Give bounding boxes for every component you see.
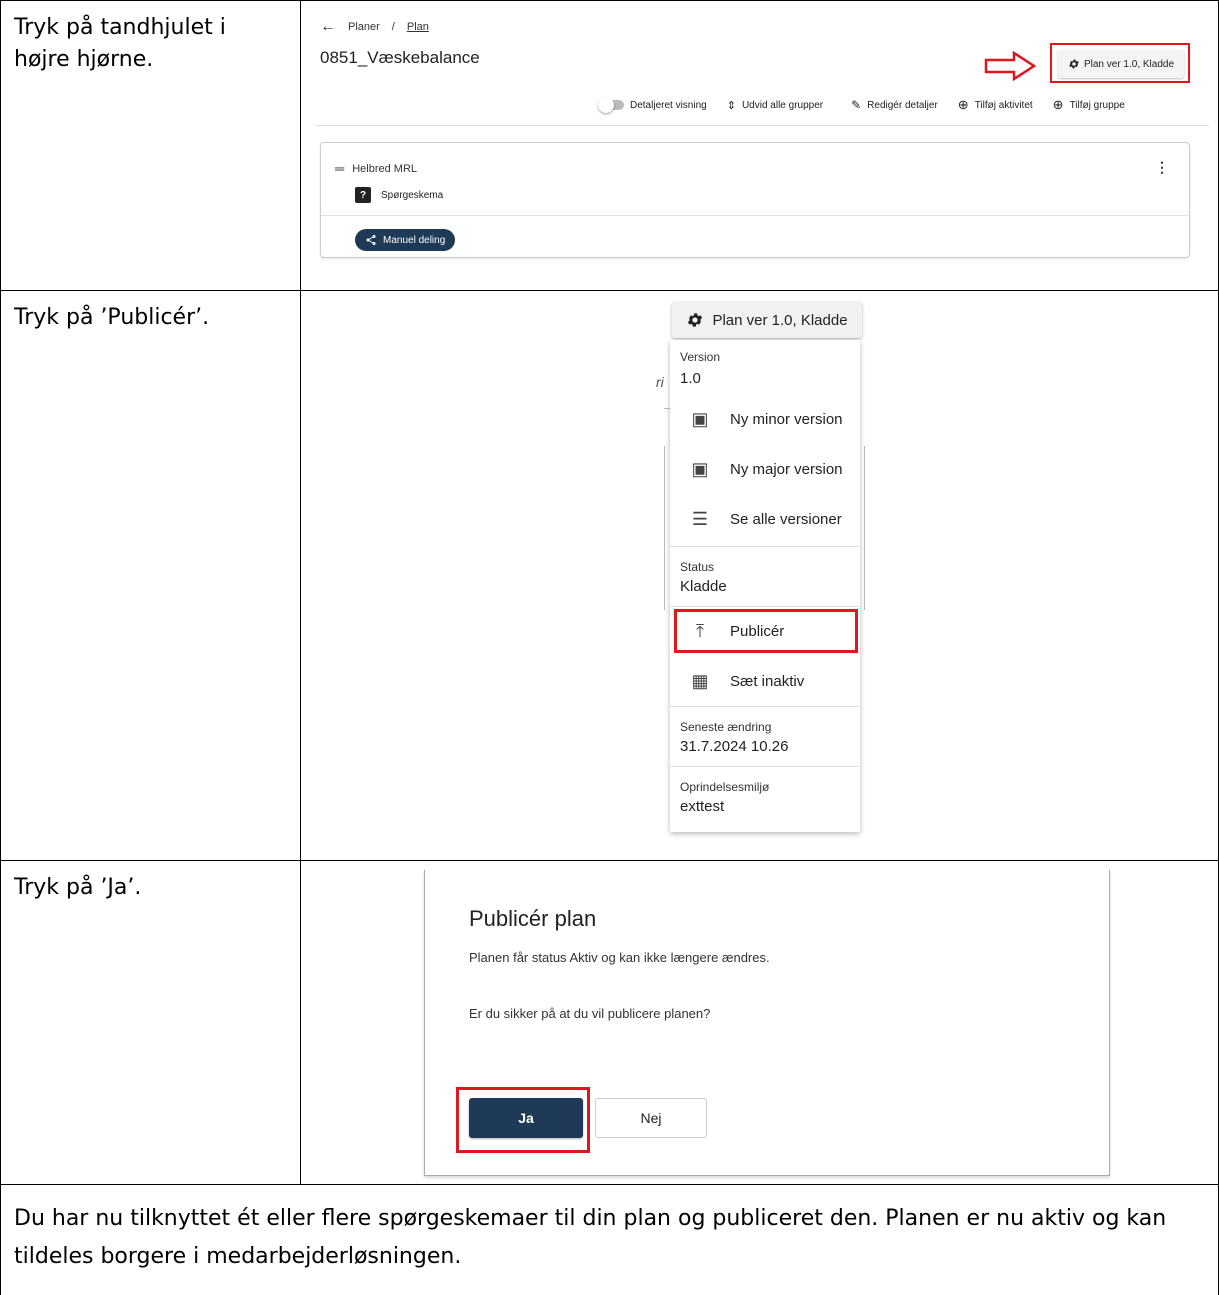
detail-view-toggle[interactable]: Detaljeret visning	[598, 97, 707, 113]
table-border-left	[0, 0, 1, 1295]
library-add-icon: ▣	[691, 458, 709, 479]
manual-share-label: Manuel deling	[383, 234, 446, 246]
plan-settings-button[interactable]: Plan ver 1.0, Kladde	[672, 302, 862, 338]
footer-summary: Du har nu tilknyttet ét eller flere spør…	[14, 1206, 1167, 1269]
edit-details-button[interactable]: ✎ Redigér detaljer	[851, 98, 938, 112]
add-group-button[interactable]: ⊕ Tilføj gruppe	[1053, 97, 1125, 113]
plan-settings-button[interactable]: Plan ver 1.0, Kladde	[1058, 50, 1184, 78]
drag-handle-icon[interactable]: ═	[335, 161, 344, 176]
add-group-label: Tilføj gruppe	[1069, 99, 1125, 111]
plan-menu: Version 1.0 ▣ Ny minor version ▣ Ny majo…	[670, 340, 860, 832]
share-icon	[366, 235, 376, 245]
expand-groups-label: Udvid alle grupper	[741, 99, 824, 111]
manual-share-button[interactable]: Manuel deling	[355, 229, 456, 251]
page-title: 0851_Væskebalance	[320, 48, 480, 67]
group-header[interactable]: ═ Helbred MRL	[335, 161, 417, 176]
archive-icon: ▦	[691, 670, 709, 691]
last-change-label: Seneste ændring	[680, 720, 772, 734]
header-divider	[316, 125, 1209, 126]
highlight-box	[674, 609, 858, 653]
status-value: Kladde	[680, 578, 727, 595]
group-title: Helbred MRL	[352, 162, 418, 175]
menu-item-label: Ny minor version	[730, 410, 843, 428]
menu-divider	[670, 766, 860, 767]
status-label: Status	[680, 560, 715, 574]
table-row-divider	[0, 1184, 1219, 1185]
card-divider	[321, 215, 1189, 216]
last-change-value: 31.7.2024 10.26	[680, 738, 789, 755]
gear-icon	[688, 313, 703, 327]
menu-item-set-inactive[interactable]: ▦ Sæt inaktiv	[670, 658, 860, 704]
dialog-question: Er du sikker på at du vil publicere plan…	[469, 1006, 711, 1021]
activity-label: Spørgeskema	[381, 189, 444, 201]
table-border-top	[0, 0, 1219, 1]
toggle-switch-icon	[598, 97, 624, 113]
menu-item-label: Se alle versioner	[730, 510, 842, 528]
dialog-message: Planen får status Aktiv og kan ikke læng…	[469, 950, 770, 965]
breadcrumb-planer[interactable]: Planer	[348, 21, 380, 33]
add-activity-button[interactable]: ⊕ Tilføj aktivitet	[958, 97, 1033, 113]
table-row-divider	[0, 290, 1219, 291]
screenshot-plan-page: ← Planer / Plan 0851_Væskebalance Plan v…	[304, 8, 1209, 266]
breadcrumb: ← Planer / Plan	[320, 18, 429, 36]
unfold-icon: ⇕	[726, 99, 736, 112]
highlight-box	[456, 1087, 590, 1153]
plan-button-label: Plan ver 1.0, Kladde	[712, 311, 848, 329]
menu-item-label: Ny major version	[730, 460, 843, 478]
expand-groups-button[interactable]: ⇕ Udvid alle grupper	[727, 99, 823, 112]
menu-divider	[670, 706, 860, 707]
origin-label: Oprindelsesmiljø	[680, 780, 770, 794]
version-label: Version	[680, 350, 721, 364]
more-vertical-icon[interactable]: ⋮	[1155, 159, 1169, 176]
toolbar: Detaljeret visning ⇕ Udvid alle grupper …	[598, 97, 1125, 113]
library-add-icon: ▣	[691, 408, 709, 429]
gear-icon	[1069, 59, 1079, 69]
menu-item-new-minor[interactable]: ▣ Ny minor version	[670, 396, 860, 442]
list-icon: ☰	[691, 508, 709, 529]
arrow-left-icon[interactable]: ←	[320, 18, 336, 36]
activity-item[interactable]: ? Spørgeskema	[355, 187, 443, 203]
version-value: 1.0	[680, 370, 701, 387]
step-2-instruction: Tryk på ’Publicér’.	[14, 305, 210, 330]
detail-view-label: Detaljeret visning	[630, 99, 707, 111]
menu-item-label: Sæt inaktiv	[730, 672, 805, 690]
plus-circle-icon: ⊕	[957, 97, 969, 112]
group-card: ═ Helbred MRL ⋮ ? Spørgeskema Manuel del…	[320, 142, 1190, 258]
step-3-instruction: Tryk på ’Ja’.	[14, 875, 142, 900]
step-1-instruction: Tryk på tandhjulet i højre hjørne.	[14, 15, 226, 72]
menu-divider	[670, 606, 860, 607]
no-button[interactable]: Nej	[595, 1098, 707, 1138]
breadcrumb-plan[interactable]: Plan	[407, 21, 429, 33]
table-column-divider	[300, 0, 301, 1184]
menu-item-all-versions[interactable]: ☰ Se alle versioner	[670, 496, 860, 542]
red-arrow-icon	[984, 51, 1036, 81]
add-activity-label: Tilføj aktivitet	[974, 99, 1033, 111]
plan-button-label: Plan ver 1.0, Kladde	[1083, 58, 1175, 70]
menu-divider	[670, 546, 860, 547]
screenshot-plan-menu: Plan ver 1.0, Kladde Version 1.0 ▣ Ny mi…	[660, 298, 870, 840]
menu-item-new-major[interactable]: ▣ Ny major version	[670, 446, 860, 492]
questionnaire-icon: ?	[355, 187, 371, 203]
dialog-title: Publicér plan	[469, 906, 597, 931]
edit-details-label: Redigér detaljer	[867, 99, 938, 111]
origin-value: exttest	[680, 798, 725, 815]
pencil-icon: ✎	[851, 98, 862, 112]
breadcrumb-separator: /	[391, 21, 395, 33]
plus-circle-icon: ⊕	[1052, 97, 1064, 112]
table-row-divider	[0, 860, 1219, 861]
